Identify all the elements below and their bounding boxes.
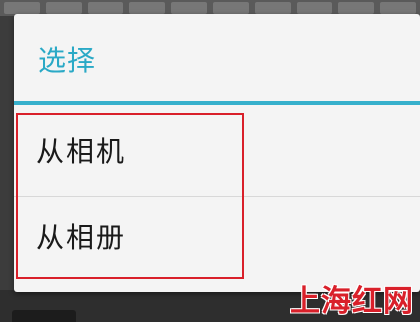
backdrop-key	[338, 2, 375, 14]
backdrop-key	[254, 2, 291, 14]
backdrop-key	[129, 2, 166, 14]
backdrop-key	[296, 2, 333, 14]
dialog-title: 选择	[38, 44, 97, 77]
choose-source-dialog: 选择 从相机 从相册	[14, 14, 420, 292]
backdrop-key	[4, 2, 40, 14]
backdrop-chip	[12, 310, 76, 322]
backdrop-key	[380, 2, 416, 14]
backdrop-key	[45, 2, 82, 14]
option-label: 从相册	[36, 221, 127, 254]
backdrop-key	[87, 2, 124, 14]
watermark-text: 上海红网	[290, 284, 414, 319]
option-from-album[interactable]: 从相册	[14, 198, 420, 282]
backdrop-key	[212, 2, 249, 14]
title-divider	[14, 101, 420, 105]
option-from-camera[interactable]: 从相机	[14, 112, 420, 196]
option-divider	[14, 196, 420, 197]
backdrop-key	[171, 2, 207, 14]
option-label: 从相机	[36, 135, 127, 168]
